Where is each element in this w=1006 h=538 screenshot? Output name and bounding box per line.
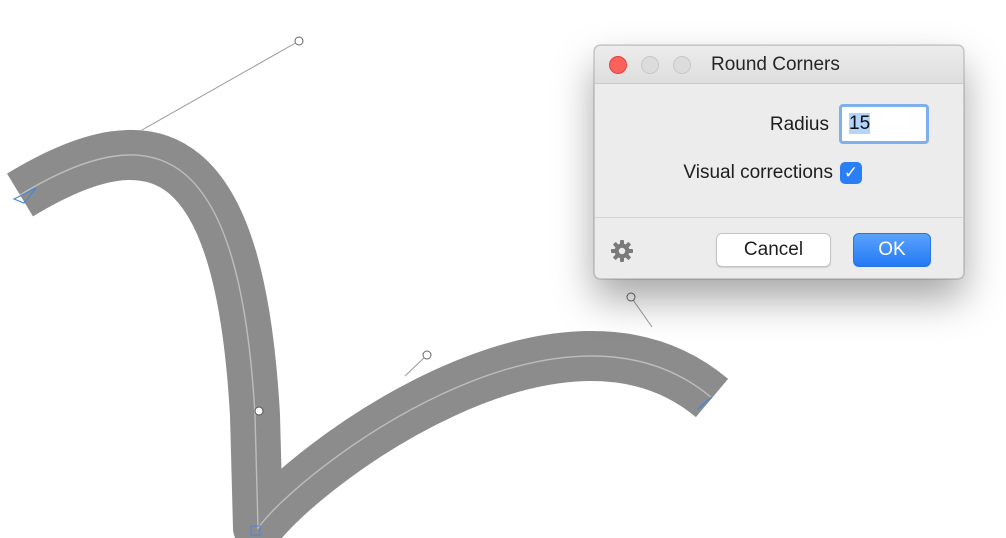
bezier-handle-line — [404, 354, 428, 377]
dialog-title: Round Corners — [711, 54, 840, 75]
radius-label: Radius — [769, 114, 829, 135]
path-node[interactable] — [254, 406, 264, 416]
minimize-icon[interactable] — [641, 56, 659, 74]
radius-input[interactable]: 15 — [839, 104, 929, 144]
gear-icon[interactable] — [609, 238, 635, 264]
close-icon[interactable] — [609, 56, 627, 74]
round-corners-dialog: Round Corners Radius 15 Visual correctio… — [594, 45, 964, 279]
visual-corrections-checkbox[interactable]: ✓ — [840, 162, 862, 184]
title-bar: Round Corners — [595, 46, 963, 84]
divider — [595, 217, 963, 218]
visual-corrections-label: Visual corrections — [683, 162, 833, 183]
zoom-icon[interactable] — [673, 56, 691, 74]
cancel-button[interactable]: Cancel — [716, 233, 831, 267]
bezier-handle-point[interactable] — [626, 292, 636, 302]
bezier-handle-point[interactable] — [422, 350, 432, 360]
bezier-handle-line — [630, 296, 653, 328]
bezier-handle-line — [141, 40, 300, 131]
checkmark-icon: ✓ — [843, 163, 859, 182]
radius-value: 15 — [849, 113, 871, 134]
bezier-handle-point[interactable] — [294, 36, 304, 46]
ok-button[interactable]: OK — [853, 233, 931, 267]
